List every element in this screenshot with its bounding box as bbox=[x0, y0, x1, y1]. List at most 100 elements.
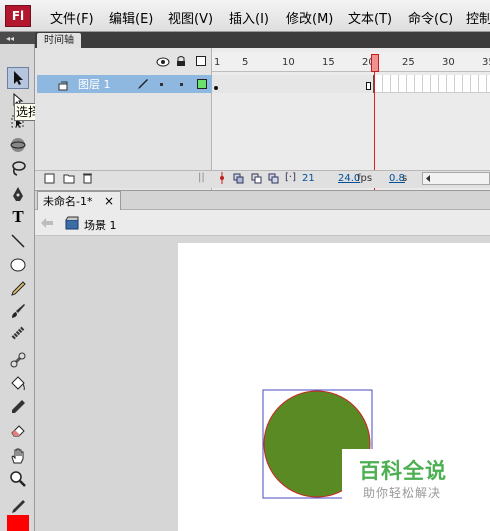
ruler-tick: 15 bbox=[322, 57, 335, 68]
layer-outline-color[interactable] bbox=[197, 79, 207, 89]
frame-cell-divider bbox=[398, 75, 399, 93]
ruler-tick: 35 bbox=[482, 57, 490, 68]
layer-name[interactable]: 图层 1 bbox=[78, 76, 111, 92]
scene-label[interactable]: 场景 1 bbox=[84, 217, 117, 233]
oval-icon bbox=[10, 258, 26, 272]
frame-cell-divider bbox=[462, 75, 463, 93]
eyedropper-tool-button[interactable] bbox=[8, 397, 28, 417]
lasso-tool-button[interactable] bbox=[8, 158, 28, 178]
frame-cell-divider bbox=[414, 75, 415, 93]
current-frame: 21 bbox=[302, 173, 315, 184]
deco-tool-button[interactable] bbox=[8, 323, 28, 343]
frame-cell-divider bbox=[382, 75, 383, 93]
pencil-tool-button[interactable] bbox=[8, 279, 28, 299]
onion-skin-outlines-icon[interactable] bbox=[251, 173, 263, 187]
watermark: 百科全说 助你轻松解决 bbox=[342, 449, 490, 509]
stroke-pencil-icon bbox=[12, 500, 25, 513]
timeline-header bbox=[35, 32, 490, 48]
pen-icon bbox=[13, 187, 23, 201]
modify-onion-markers-icon[interactable]: [·] bbox=[285, 172, 296, 183]
scroll-left-icon[interactable] bbox=[423, 173, 433, 184]
visibility-dot[interactable] bbox=[160, 83, 163, 86]
watermark-title: 百科全说 bbox=[359, 459, 447, 483]
frame-cell-divider bbox=[422, 75, 423, 93]
document-tab[interactable]: 未命名-1* × bbox=[37, 191, 121, 210]
oval-tool-button[interactable] bbox=[8, 255, 28, 275]
frame-cell-divider bbox=[438, 75, 439, 93]
arrow-icon bbox=[14, 71, 23, 85]
pencil-icon bbox=[137, 78, 149, 93]
menu-insert[interactable]: 插入(I) bbox=[229, 8, 269, 27]
document-tab-label: 未命名-1* bbox=[43, 195, 93, 208]
menu-control[interactable]: 控制 bbox=[466, 8, 490, 27]
eraser-tool-button[interactable] bbox=[8, 420, 28, 440]
frame-cell-divider bbox=[430, 75, 431, 93]
frame-cell-divider bbox=[454, 75, 455, 93]
bone-icon bbox=[10, 352, 26, 368]
frame-span[interactable] bbox=[212, 75, 374, 93]
app-logo: Fl bbox=[5, 5, 31, 27]
layer-icon bbox=[58, 80, 68, 94]
lock-dot[interactable] bbox=[180, 83, 183, 86]
outline-toggle-icon[interactable] bbox=[196, 56, 206, 66]
menu-commands[interactable]: 命令(C) bbox=[408, 8, 453, 27]
playhead[interactable] bbox=[371, 54, 379, 72]
close-icon[interactable]: × bbox=[104, 194, 114, 208]
end-frame-marker[interactable] bbox=[366, 82, 371, 90]
hand-tool-button[interactable] bbox=[8, 446, 28, 466]
center-frame-icon[interactable] bbox=[218, 172, 226, 187]
back-arrow-icon[interactable] bbox=[40, 217, 54, 232]
menu-modify[interactable]: 修改(M) bbox=[286, 8, 333, 27]
scene-icon bbox=[65, 216, 79, 233]
3d-rotation-icon bbox=[10, 138, 26, 152]
brush-tool-button[interactable] bbox=[8, 301, 28, 321]
ruler-tick: 30 bbox=[442, 57, 455, 68]
bone-tool-button[interactable] bbox=[8, 350, 28, 370]
frame-cell-divider bbox=[470, 75, 471, 93]
ruler-tick: 1 bbox=[214, 57, 221, 68]
new-layer-icon[interactable] bbox=[44, 173, 55, 187]
menu-text[interactable]: 文本(T) bbox=[348, 8, 392, 27]
edit-multiple-frames-icon[interactable] bbox=[268, 173, 280, 187]
selection-tool-button[interactable] bbox=[7, 67, 29, 89]
timeline-tab[interactable]: 时间轴 bbox=[37, 33, 81, 48]
paint-bucket-tool-button[interactable] bbox=[8, 374, 28, 394]
lock-icon[interactable] bbox=[176, 55, 186, 70]
eye-icon[interactable] bbox=[156, 56, 170, 70]
panel-divider-grip[interactable]: || bbox=[198, 172, 205, 183]
trash-icon[interactable] bbox=[82, 172, 93, 187]
tools-panel-header[interactable]: ◂◂ bbox=[0, 32, 35, 44]
frame-cell-divider bbox=[486, 75, 487, 93]
ruler-tick: 5 bbox=[242, 57, 249, 68]
pencil-icon bbox=[11, 281, 26, 296]
ruler-tick: 10 bbox=[282, 57, 295, 68]
menu-edit[interactable]: 编辑(E) bbox=[109, 8, 153, 27]
stroke-color-swatch[interactable] bbox=[7, 515, 29, 531]
hand-icon bbox=[11, 448, 24, 464]
eyedropper-icon bbox=[12, 400, 25, 413]
elapsed-time-unit: s bbox=[402, 173, 408, 184]
timeline-scrollbar[interactable] bbox=[422, 172, 490, 185]
ruler-tick: 25 bbox=[402, 57, 415, 68]
menu-view[interactable]: 视图(V) bbox=[168, 8, 213, 27]
stroke-color-tool-button[interactable] bbox=[8, 497, 28, 517]
magnifier-icon bbox=[10, 471, 26, 487]
brush-icon bbox=[12, 304, 25, 318]
keyframe-dot[interactable] bbox=[214, 86, 218, 90]
3d-rotation-tool-button[interactable] bbox=[8, 135, 28, 155]
frame-cell-divider bbox=[478, 75, 479, 93]
frame-cell-divider bbox=[390, 75, 391, 93]
menu-file[interactable]: 文件(F) bbox=[50, 8, 94, 27]
line-icon bbox=[11, 234, 25, 248]
lasso-icon bbox=[12, 161, 26, 176]
pen-tool-button[interactable] bbox=[8, 185, 28, 205]
text-tool-button[interactable]: T bbox=[8, 207, 28, 227]
frame-rate-unit: fps bbox=[357, 173, 373, 184]
frame-cell-divider bbox=[406, 75, 407, 93]
deco-icon bbox=[11, 326, 25, 340]
new-folder-icon[interactable] bbox=[63, 173, 75, 187]
frame-cell-divider bbox=[446, 75, 447, 93]
line-tool-button[interactable] bbox=[8, 231, 28, 251]
onion-skin-icon[interactable] bbox=[233, 173, 245, 187]
zoom-tool-button[interactable] bbox=[8, 469, 28, 489]
